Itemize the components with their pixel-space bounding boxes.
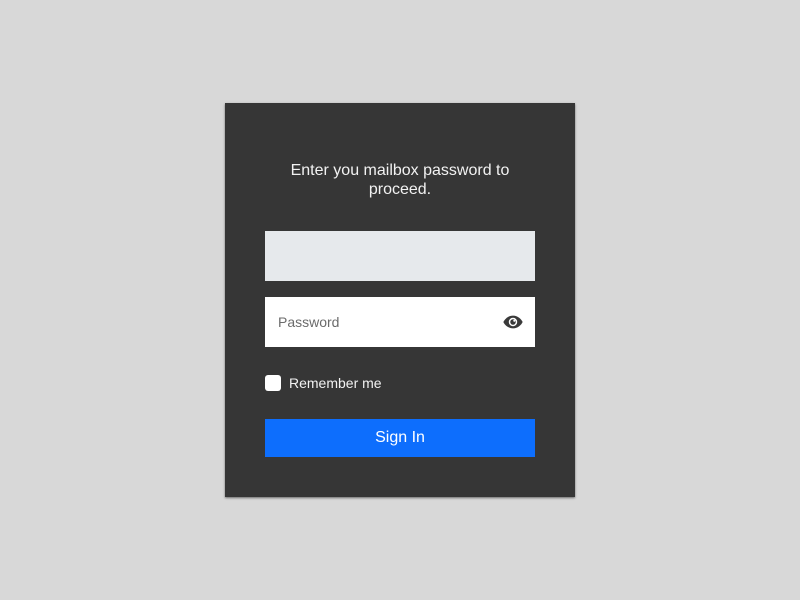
eye-icon[interactable] <box>502 311 524 333</box>
remember-me-checkbox[interactable] <box>265 375 281 391</box>
password-field[interactable] <box>265 297 493 347</box>
remember-me-label: Remember me <box>289 375 382 391</box>
email-field[interactable] <box>265 231 535 281</box>
login-card: Enter you mailbox password to proceed. R… <box>225 103 575 497</box>
sign-in-button[interactable]: Sign In <box>265 419 535 457</box>
password-field-container <box>265 297 535 347</box>
remember-me-option[interactable]: Remember me <box>265 374 382 392</box>
login-prompt: Enter you mailbox password to proceed. <box>290 162 510 198</box>
